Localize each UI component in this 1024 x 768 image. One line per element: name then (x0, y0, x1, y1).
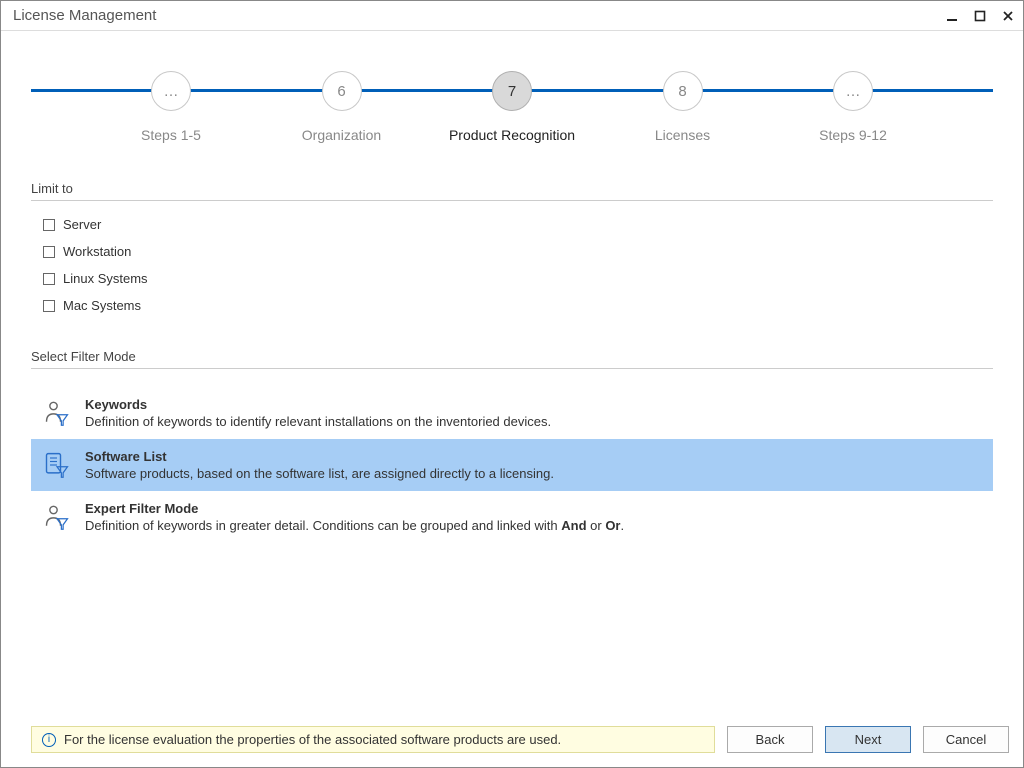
filter-option-software-list[interactable]: Software List Software products, based o… (31, 439, 993, 491)
filter-header: Select Filter Mode (31, 349, 993, 369)
window-title: License Management (13, 7, 156, 24)
step-circle: 7 (492, 71, 532, 111)
checkbox-icon[interactable] (43, 273, 55, 285)
checkbox-label: Server (63, 217, 101, 232)
minimize-icon[interactable] (945, 9, 959, 23)
step-circle: 8 (663, 71, 703, 111)
step-organization[interactable]: 6 Organization (262, 61, 422, 143)
checkbox-label: Mac Systems (63, 298, 141, 313)
checkbox-linux[interactable]: Linux Systems (41, 265, 993, 292)
info-bar: i For the license evaluation the propert… (31, 726, 715, 753)
filter-title: Keywords (85, 397, 551, 412)
checkbox-icon[interactable] (43, 246, 55, 258)
wizard-stepper: … Steps 1-5 6 Organization 7 Product Rec… (31, 61, 993, 161)
step-circle: … (833, 71, 873, 111)
checkbox-mac[interactable]: Mac Systems (41, 292, 993, 319)
step-label: Steps 1-5 (141, 127, 201, 143)
footer: i For the license evaluation the propert… (1, 716, 1023, 767)
person-funnel-icon (43, 503, 71, 531)
filter-title: Expert Filter Mode (85, 501, 624, 516)
titlebar: License Management (1, 1, 1023, 31)
back-button[interactable]: Back (727, 726, 813, 753)
step-9-12[interactable]: … Steps 9-12 (773, 61, 933, 143)
step-label: Licenses (655, 127, 710, 143)
checkbox-label: Linux Systems (63, 271, 148, 286)
info-icon: i (42, 733, 56, 747)
checkbox-icon[interactable] (43, 219, 55, 231)
step-label: Steps 9-12 (819, 127, 887, 143)
checkbox-workstation[interactable]: Workstation (41, 238, 993, 265)
checkbox-icon[interactable] (43, 300, 55, 312)
close-icon[interactable] (1001, 9, 1015, 23)
step-1-5[interactable]: … Steps 1-5 (91, 61, 251, 143)
filter-title: Software List (85, 449, 554, 464)
maximize-icon[interactable] (973, 9, 987, 23)
checkbox-label: Workstation (63, 244, 131, 259)
filter-desc: Definition of keywords to identify relev… (85, 414, 551, 429)
cancel-button[interactable]: Cancel (923, 726, 1009, 753)
filter-option-keywords[interactable]: Keywords Definition of keywords to ident… (31, 387, 993, 439)
step-label: Organization (302, 127, 381, 143)
step-label: Product Recognition (449, 127, 575, 143)
limit-header: Limit to (31, 181, 993, 201)
step-circle: 6 (322, 71, 362, 111)
step-licenses[interactable]: 8 Licenses (603, 61, 763, 143)
person-funnel-icon (43, 399, 71, 427)
step-circle: … (151, 71, 191, 111)
next-button[interactable]: Next (825, 726, 911, 753)
filter-desc: Definition of keywords in greater detail… (85, 518, 624, 533)
filter-desc: Software products, based on the software… (85, 466, 554, 481)
step-product-recognition[interactable]: 7 Product Recognition (432, 61, 592, 143)
list-funnel-icon (43, 451, 71, 479)
checkbox-server[interactable]: Server (41, 211, 993, 238)
filter-option-expert[interactable]: Expert Filter Mode Definition of keyword… (31, 491, 993, 543)
info-text: For the license evaluation the propertie… (64, 732, 561, 747)
